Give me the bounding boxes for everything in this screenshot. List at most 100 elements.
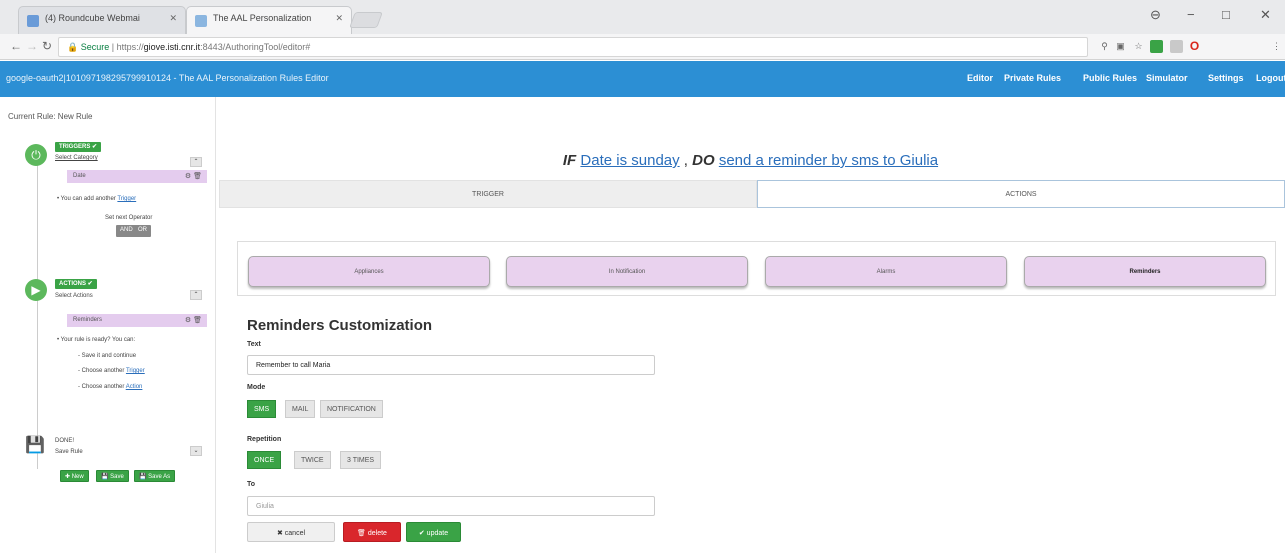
triggers-tag: TRIGGERS ✔ [55,142,102,152]
operator-label: Set next Operator [105,215,153,221]
action-text-link[interactable]: send a reminder by sms to Giulia [719,152,938,169]
trigger-text-link[interactable]: Date is sunday [580,152,679,169]
save-as-rule-button[interactable]: 💾 Save As [134,470,176,482]
maximize-button[interactable]: □ [1222,7,1230,22]
update-button[interactable]: ✔ update [406,522,461,542]
nav-private-rules[interactable]: Private Rules [1004,73,1061,83]
collapse-chevron-icon[interactable]: ⌃ [190,290,202,300]
repetition-3times-button[interactable]: 3 TIMES [340,451,382,469]
profile-icon[interactable]: ⊖ [1150,7,1161,23]
editor-tabs: TRIGGER ACTIONS [219,180,1285,208]
url-path: :8443/AuthoringTool/editor# [200,42,311,52]
roundcube-favicon-icon [27,15,39,27]
nav-simulator[interactable]: Simulator [1146,73,1188,83]
back-icon[interactable]: ← [10,39,22,53]
aal-favicon-icon [195,15,207,27]
tab-trigger[interactable]: TRIGGER [219,180,757,208]
nav-editor[interactable]: Editor [967,73,993,83]
lock-icon: 🔒 [67,42,79,52]
cancel-button[interactable]: ✖ cancel [247,522,335,542]
trigger-item-label: Date [73,173,86,179]
select-actions-label: Select Actions [55,293,93,299]
save-rule-button[interactable]: 💾 Save [96,470,129,482]
url-prefix: https:// [116,42,144,52]
bookmark-star-icon[interactable]: ☆ [1132,40,1145,53]
repetition-once-button[interactable]: ONCE [247,451,282,469]
save-continue-option: - Save it and continue [78,353,137,359]
current-rule-title: Current Rule: New Rule [8,112,93,121]
url-host: giove.isti.cnr.it [143,42,201,52]
nav-logout[interactable]: Logout [1256,73,1285,83]
zoom-icon[interactable]: ⚲ [1098,40,1111,53]
action-item-reminders[interactable]: Reminders ⚙ 🗑 [67,314,207,327]
mode-label: Mode [247,384,266,391]
to-label: To [247,481,256,488]
browser-tab-label: The AAL Personalization [213,13,312,23]
close-tab-icon[interactable]: ✕ [169,13,177,24]
add-trigger-hint: • You can add another Trigger [57,196,137,202]
new-rule-button[interactable]: ✚ New [60,470,89,482]
category-alarms-button[interactable]: Alarms [765,256,1007,287]
app-header: google-oauth2|101097198295799910124 - Th… [0,61,1285,97]
tab-actions[interactable]: ACTIONS [757,180,1285,208]
or-operator-button[interactable]: OR [134,225,151,237]
category-reminders-button[interactable]: Reminders [1024,256,1266,287]
action-step-icon: ▶ [25,279,47,301]
nav-settings[interactable]: Settings [1208,73,1244,83]
mode-sms-button[interactable]: SMS [247,400,277,418]
app-title: google-oauth2|101097198295799910124 - Th… [6,73,329,83]
form-heading: Reminders Customization [247,317,433,334]
forward-icon[interactable]: → [26,39,38,53]
url-input[interactable]: 🔒 Secure | https://giove.isti.cnr.it:844… [58,37,1088,57]
select-category-link[interactable]: Select Category [55,155,98,161]
reminder-text-input[interactable]: Remember to call Maria [247,355,655,375]
browser-address-bar: ← → ↻ 🔒 Secure | https://giove.isti.cnr.… [0,34,1285,60]
minimize-button[interactable]: − [1187,7,1195,22]
actions-tag: ACTIONS ✔ [55,279,97,289]
timeline-line [37,159,38,469]
save-rule-label: Save Rule [55,449,83,455]
choose-action-option: - Choose another Action [78,384,143,390]
opera-extension-icon[interactable]: O [1188,40,1201,53]
category-notification-button[interactable]: In Notification [506,256,748,287]
delete-button[interactable]: 🗑 delete [343,522,401,542]
choose-action-link[interactable]: Action [126,384,143,390]
repetition-twice-button[interactable]: TWICE [294,451,331,469]
save-floppy-icon: 💾 [25,437,45,454]
choose-trigger-link[interactable]: Trigger [126,368,145,374]
add-trigger-link[interactable]: Trigger [117,196,136,202]
browser-tab-label: (4) Roundcube Webmai [45,13,140,23]
rule-ready-hint: • Your rule is ready? You can: [57,337,136,343]
browser-tab-roundcube[interactable]: (4) Roundcube Webmai ✕ [18,6,186,34]
nav-public-rules[interactable]: Public Rules [1083,73,1137,83]
reload-icon[interactable]: ↻ [42,39,52,53]
category-appliances-button[interactable]: Appliances [248,256,490,287]
trigger-step-icon: ⏻ [25,144,47,166]
recipient-input[interactable]: Giulia [247,496,655,516]
action-item-label: Reminders [73,317,103,323]
edit-delete-icons[interactable]: ⚙ 🗑 [185,172,202,180]
extension-green-icon[interactable] [1150,40,1163,53]
edit-delete-icons[interactable]: ⚙ 🗑 [185,316,202,324]
browser-tabbar: (4) Roundcube Webmai ✕ The AAL Personali… [0,0,1285,34]
rule-sentence: IF Date is sunday , DO send a reminder b… [562,152,939,169]
extension-grey-icon[interactable] [1170,40,1183,53]
do-keyword: DO [692,152,715,169]
browser-tab-aal[interactable]: The AAL Personalization ✕ [186,6,352,34]
text-label: Text [247,341,261,348]
mode-notification-button[interactable]: NOTIFICATION [320,400,383,418]
done-label: DONE! [55,438,75,444]
repetition-label: Repetition [247,436,282,443]
page-action-icon[interactable]: ▣ [1114,40,1127,53]
close-tab-icon[interactable]: ✕ [335,13,343,24]
choose-trigger-option: - Choose another Trigger [78,368,145,374]
rule-sidebar: Current Rule: New Rule ⏻ TRIGGERS ✔ Sele… [0,97,216,553]
action-category-panel: Appliances In Notification Alarms Remind… [237,241,1276,296]
browser-menu-icon[interactable]: ⋮ [1270,40,1283,53]
trigger-item-date[interactable]: Date ⚙ 🗑 [67,170,207,183]
mode-mail-button[interactable]: MAIL [285,400,316,418]
collapse-chevron-icon[interactable]: ⌃ [190,157,202,167]
close-window-button[interactable]: ✕ [1260,7,1271,23]
expand-chevron-icon[interactable]: ⌄ [190,446,202,456]
new-tab-button[interactable] [349,12,383,28]
